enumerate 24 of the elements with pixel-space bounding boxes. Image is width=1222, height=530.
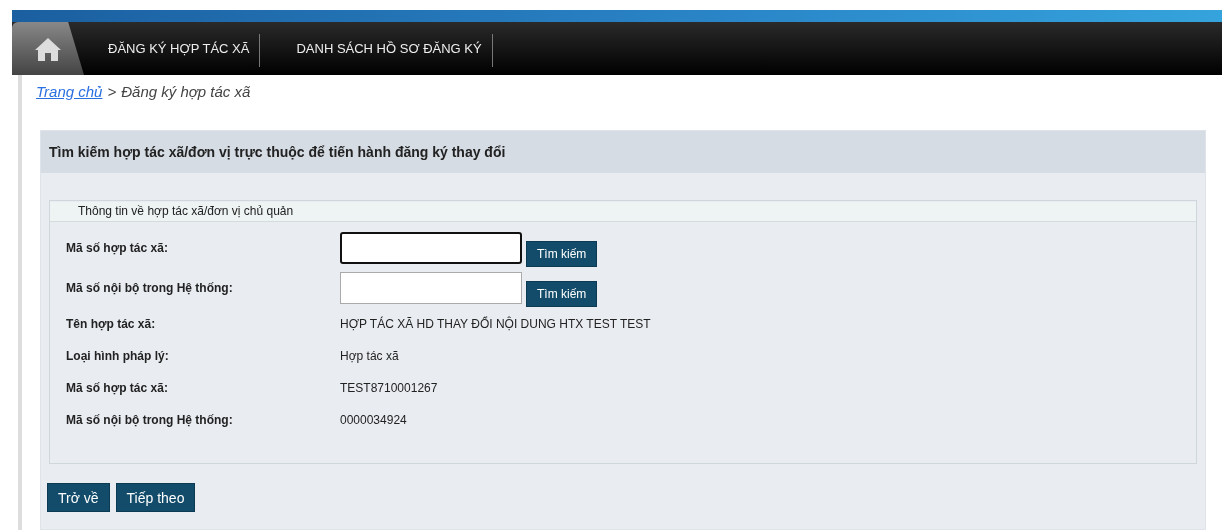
field-label: Loại hình pháp lý: (66, 349, 170, 363)
search-button[interactable]: Tìm kiếm (526, 241, 598, 267)
breadcrumb-link[interactable]: Trang chủ (36, 83, 103, 115)
input-field[interactable] (340, 272, 522, 304)
field-label: Mã số nội bộ trong Hệ thống: (66, 413, 234, 427)
field-value: HỢP TÁC XÃ HD THAY ĐỔI NỘI DUNG HTX TEST TEST (340, 317, 651, 331)
breadcrumb-current: Đăng ký hợp tác xã (121, 83, 251, 102)
field-label: Tên hợp tác xã: (66, 317, 157, 331)
input-field[interactable] (340, 232, 522, 264)
field-value: Hợp tác xã (340, 349, 399, 363)
nav-menu-item[interactable]: DANH SÁCH HỒ SƠ ĐĂNG KÝ (260, 22, 492, 75)
nav-menu-item[interactable]: ĐĂNG KÝ HỢP TÁC XÃ (84, 22, 260, 75)
field-label: Mã số hợp tác xã: (66, 241, 169, 255)
search-button[interactable]: Tìm kiếm (526, 281, 598, 307)
home-icon[interactable] (34, 35, 62, 62)
field-label: Mã số nội bộ trong Hệ thống: (66, 281, 234, 295)
action-button[interactable]: Tiếp theo (115, 483, 196, 512)
field-label: Mã số hợp tác xã: (66, 381, 169, 395)
breadcrumb-separator: > (107, 83, 117, 102)
field-value: 0000034924 (340, 413, 407, 427)
panel-title: Tìm kiếm hợp tác xã/đơn vị trực thuộc để tiến hành đăng ký thay đổi (41, 131, 1205, 173)
section-title: Thông tin về hợp tác xã/đơn vị chủ quản (50, 202, 1196, 222)
action-button[interactable]: Trở về (47, 483, 110, 512)
field-value: TEST8710001267 (340, 381, 438, 395)
